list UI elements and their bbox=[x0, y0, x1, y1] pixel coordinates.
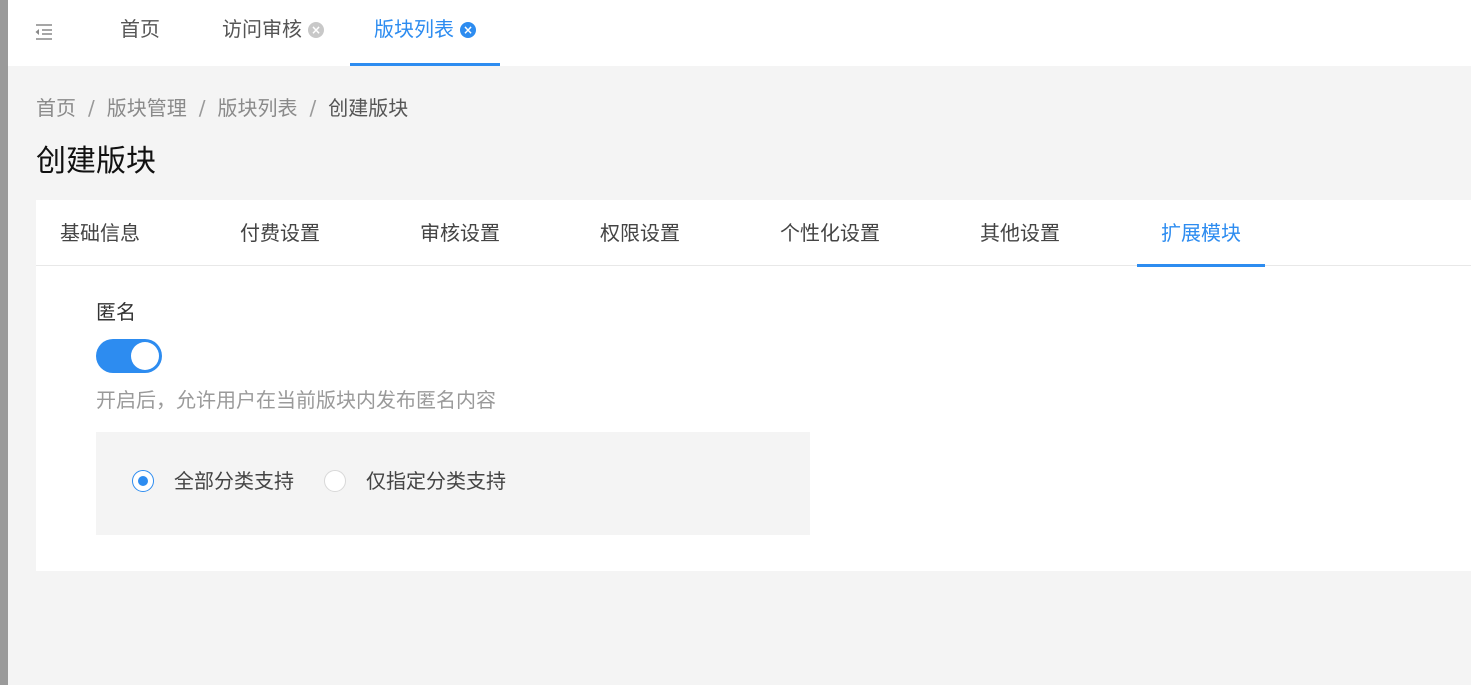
anonymous-help-text: 开启后，允许用户在当前版块内发布匿名内容 bbox=[96, 388, 496, 412]
close-circle-icon[interactable]: × bbox=[460, 22, 476, 38]
left-edge-bar bbox=[0, 0, 8, 685]
breadcrumb-separator: / bbox=[88, 96, 95, 120]
close-circle-icon[interactable]: × bbox=[308, 22, 324, 38]
breadcrumb: 首页 / 版块管理 / 版块列表 / 创建版块 bbox=[36, 92, 408, 121]
radio-checked-icon[interactable] bbox=[132, 470, 154, 492]
top-tab-label: 首页 bbox=[120, 17, 160, 41]
toggle-knob bbox=[131, 342, 159, 370]
radio-label: 全部分类支持 bbox=[174, 469, 294, 493]
menu-fold-icon[interactable] bbox=[32, 20, 56, 44]
top-tab-home[interactable]: 首页 bbox=[99, 0, 181, 66]
breadcrumb-item-home[interactable]: 首页 bbox=[36, 96, 76, 120]
top-tab-label: 版块列表 bbox=[374, 17, 454, 41]
breadcrumb-separator: / bbox=[309, 96, 317, 120]
breadcrumb-item-board-list[interactable]: 版块列表 bbox=[218, 96, 298, 120]
radio-label: 仅指定分类支持 bbox=[366, 469, 506, 493]
breadcrumb-item-current: 创建版块 bbox=[328, 96, 409, 120]
top-tab-visit-review[interactable]: 访问审核 × bbox=[203, 0, 343, 66]
top-tab-label: 访问审核 bbox=[222, 17, 302, 41]
tab-permission-settings[interactable]: 权限设置 bbox=[600, 200, 680, 266]
page-title: 创建版块 bbox=[36, 144, 156, 179]
top-tab-bar: 首页 访问审核 × 版块列表 × bbox=[8, 0, 1471, 66]
radio-unchecked-icon[interactable] bbox=[324, 470, 346, 492]
tab-basic-info[interactable]: 基础信息 bbox=[60, 200, 140, 266]
breadcrumb-separator: / bbox=[198, 96, 206, 120]
content-tabs: 基础信息 付费设置 审核设置 权限设置 个性化设置 其他设置 扩展模块 bbox=[36, 200, 1471, 267]
category-support-options: 全部分类支持 仅指定分类支持 bbox=[96, 432, 810, 535]
form-card: 基础信息 付费设置 审核设置 权限设置 个性化设置 其他设置 扩展模块 匿名 开… bbox=[36, 200, 1471, 571]
tab-payment-settings[interactable]: 付费设置 bbox=[240, 200, 320, 266]
top-tab-board-list[interactable]: 版块列表 × bbox=[350, 0, 500, 66]
anonymous-toggle[interactable] bbox=[96, 339, 162, 373]
breadcrumb-item-board-management[interactable]: 版块管理 bbox=[107, 96, 187, 120]
tab-review-settings[interactable]: 审核设置 bbox=[420, 200, 500, 266]
anonymous-label: 匿名 bbox=[96, 300, 136, 324]
tab-personalization-settings[interactable]: 个性化设置 bbox=[780, 200, 880, 266]
tab-extension-modules[interactable]: 扩展模块 bbox=[1137, 200, 1265, 267]
tab-other-settings[interactable]: 其他设置 bbox=[980, 200, 1060, 266]
